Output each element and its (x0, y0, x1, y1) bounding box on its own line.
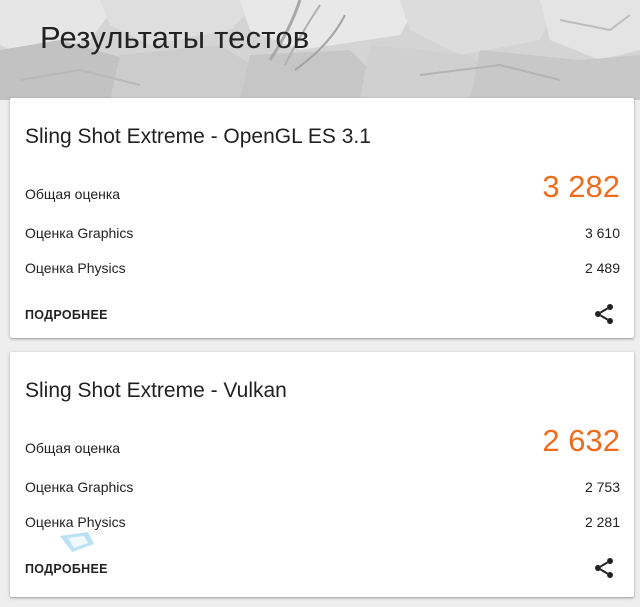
graphics-score-label: Оценка Graphics (25, 225, 134, 241)
graphics-score-value: 3 610 (584, 225, 620, 241)
physics-score-label: Оценка Physics (25, 514, 126, 530)
details-link[interactable]: ПОДРОБНЕЕ (25, 562, 108, 576)
overall-score-label: Общая оценка (25, 440, 121, 456)
watermark-logo (58, 530, 98, 554)
details-link[interactable]: ПОДРОБНЕЕ (25, 308, 108, 322)
graphics-score-label: Оценка Graphics (25, 479, 134, 495)
share-icon[interactable] (592, 556, 616, 580)
card-title: Sling Shot Extreme - OpenGL ES 3.1 (25, 125, 371, 148)
result-card-vulkan: Sling Shot Extreme - Vulkan Общая оценка… (10, 352, 634, 597)
physics-score-value: 2 281 (584, 514, 620, 530)
result-card-opengl: Sling Shot Extreme - OpenGL ES 3.1 Общая… (10, 98, 634, 338)
physics-score-value: 2 489 (584, 260, 620, 276)
header-banner: Результаты тестов (0, 0, 640, 100)
page-title: Результаты тестов (40, 20, 310, 55)
overall-score-value: 3 282 (542, 169, 620, 204)
share-icon[interactable] (592, 302, 616, 326)
overall-score-value: 2 632 (542, 423, 620, 458)
card-title: Sling Shot Extreme - Vulkan (25, 379, 287, 402)
physics-score-label: Оценка Physics (25, 260, 126, 276)
overall-score-label: Общая оценка (25, 186, 121, 202)
graphics-score-value: 2 753 (584, 479, 620, 495)
